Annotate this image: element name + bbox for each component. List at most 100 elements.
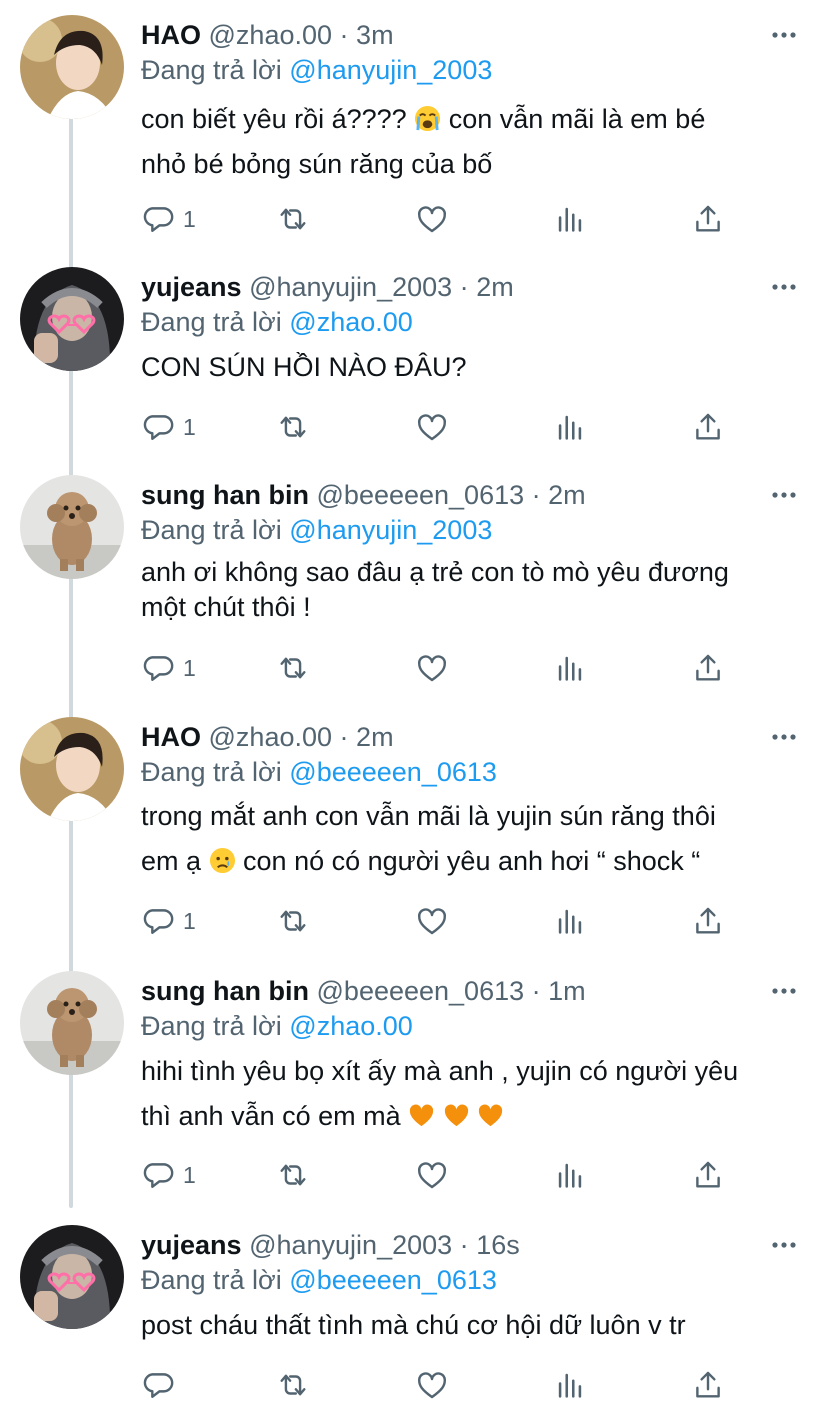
more-dots-icon[interactable] [770, 21, 798, 49]
reply-button[interactable]: 1 [141, 903, 196, 939]
user-handle[interactable]: @beeeeen_0613 [317, 976, 525, 1006]
mention-link[interactable]: @beeeeen_0613 [289, 1265, 497, 1295]
display-name[interactable]: yujeans [141, 272, 242, 302]
reply-count: 1 [183, 907, 196, 934]
heart-icon [418, 1162, 446, 1189]
like-button[interactable] [415, 1367, 449, 1403]
tweet-header: sung han bin @beeeeen_0613 · 2m [141, 475, 768, 515]
timestamp[interactable]: 3m [356, 20, 394, 50]
like-button[interactable] [415, 409, 449, 445]
timestamp[interactable]: 2m [548, 480, 586, 510]
share-button[interactable] [691, 1157, 725, 1193]
avatar[interactable] [20, 15, 124, 119]
like-button[interactable] [415, 650, 449, 686]
analytics-button[interactable] [553, 1367, 587, 1403]
bar-chart-icon [558, 1373, 582, 1398]
like-button[interactable] [415, 1157, 449, 1193]
reply-count: 1 [183, 413, 196, 440]
reply-button[interactable]: 1 [141, 409, 196, 445]
analytics-button[interactable] [553, 409, 587, 445]
retweet-icon [280, 416, 306, 438]
tweet[interactable]: HAO @zhao.00 · 2m Đang trả lời @beeeeen_… [0, 717, 828, 947]
retweet-button[interactable] [276, 1157, 310, 1193]
avatar[interactable] [20, 1225, 124, 1329]
display-name[interactable]: sung han bin [141, 976, 309, 1006]
orange-heart-icon [479, 1104, 503, 1127]
analytics-button[interactable] [553, 903, 587, 939]
retweet-button[interactable] [276, 201, 310, 237]
tweet[interactable]: yujeans @hanyujin_2003 · 16s Đang trả lờ… [0, 1225, 828, 1412]
avatar[interactable] [20, 971, 124, 1075]
text-line: trong mắt anh con vẫn mãi là yujin sún r… [141, 801, 716, 831]
reply-button[interactable]: 1 [141, 650, 196, 686]
heart-icon [418, 908, 446, 935]
avatar[interactable] [20, 717, 124, 821]
user-handle[interactable]: @hanyujin_2003 [249, 272, 452, 302]
retweet-button[interactable] [276, 409, 310, 445]
display-name[interactable]: HAO [141, 722, 201, 752]
mention-link[interactable]: @hanyujin_2003 [289, 55, 492, 85]
share-button[interactable] [691, 201, 725, 237]
more-dots-icon[interactable] [770, 481, 798, 509]
retweet-icon [280, 208, 306, 230]
reply-button[interactable]: 1 [141, 1157, 196, 1193]
avatar[interactable] [20, 475, 124, 579]
display-name[interactable]: yujeans [141, 1230, 242, 1260]
mention-link[interactable]: @zhao.00 [289, 307, 413, 337]
more-dots-icon[interactable] [770, 723, 798, 751]
analytics-button[interactable] [553, 1157, 587, 1193]
tweet[interactable]: sung han bin @beeeeen_0613 · 1m Đang trả… [0, 971, 828, 1201]
like-button[interactable] [415, 903, 449, 939]
retweet-button[interactable] [276, 1367, 310, 1403]
text-line: em ạ con nó có người yêu anh hơi “ shock… [141, 839, 798, 884]
text-line: con biết yêu rồi á???? con vẫn mãi là em… [141, 97, 798, 142]
tweet[interactable]: yujeans @hanyujin_2003 · 2m Đang trả lời… [0, 267, 828, 457]
mention-link[interactable]: @zhao.00 [289, 1011, 413, 1041]
tweet[interactable]: HAO @zhao.00 · 3m Đang trả lời @hanyujin… [0, 15, 828, 245]
mention-link[interactable]: @beeeeen_0613 [289, 757, 497, 787]
mention-link[interactable]: @hanyujin_2003 [289, 515, 492, 545]
speech-bubble-icon [143, 656, 174, 681]
orange-heart-icon [444, 1104, 468, 1127]
analytics-button[interactable] [553, 201, 587, 237]
tweet[interactable]: sung han bin @beeeeen_0613 · 2m Đang trả… [0, 475, 828, 700]
tweet-header: yujeans @hanyujin_2003 · 2m [141, 267, 768, 307]
display-name[interactable]: sung han bin [141, 480, 309, 510]
separator-dot: · [339, 722, 349, 752]
share-upload-icon [696, 1161, 720, 1188]
speech-bubble-icon [143, 1373, 174, 1398]
user-handle[interactable]: @hanyujin_2003 [249, 1230, 452, 1260]
more-dots-icon[interactable] [770, 1231, 798, 1259]
share-button[interactable] [691, 1367, 725, 1403]
text-line: anh ơi không sao đâu ạ trẻ con tò mò yêu… [141, 557, 729, 587]
timestamp[interactable]: 16s [476, 1230, 520, 1260]
analytics-button[interactable] [553, 650, 587, 686]
like-button[interactable] [415, 201, 449, 237]
separator-dot: · [339, 20, 349, 50]
reply-button[interactable]: 1 [141, 201, 196, 237]
retweet-icon [280, 1374, 306, 1396]
retweet-icon [280, 657, 306, 679]
more-dots-icon[interactable] [770, 977, 798, 1005]
display-name[interactable]: HAO [141, 20, 201, 50]
avatar[interactable] [20, 267, 124, 371]
speech-bubble-icon [143, 909, 174, 934]
timestamp[interactable]: 2m [356, 722, 394, 752]
retweet-button[interactable] [276, 650, 310, 686]
text-line: nhỏ bé bỏng sún răng của bố [141, 149, 493, 179]
timestamp[interactable]: 2m [476, 272, 514, 302]
timestamp[interactable]: 1m [548, 976, 586, 1006]
bar-chart-icon [558, 909, 582, 934]
user-handle[interactable]: @zhao.00 [209, 20, 333, 50]
user-handle[interactable]: @zhao.00 [209, 722, 333, 752]
more-dots-icon[interactable] [770, 273, 798, 301]
replying-to-label: Đang trả lời [141, 1011, 282, 1041]
action-bar: 1 [141, 201, 731, 237]
user-handle[interactable]: @beeeeen_0613 [317, 480, 525, 510]
share-button[interactable] [691, 650, 725, 686]
separator-dot: · [531, 976, 541, 1006]
reply-button[interactable] [141, 1367, 183, 1403]
share-button[interactable] [691, 903, 725, 939]
retweet-button[interactable] [276, 903, 310, 939]
share-button[interactable] [691, 409, 725, 445]
